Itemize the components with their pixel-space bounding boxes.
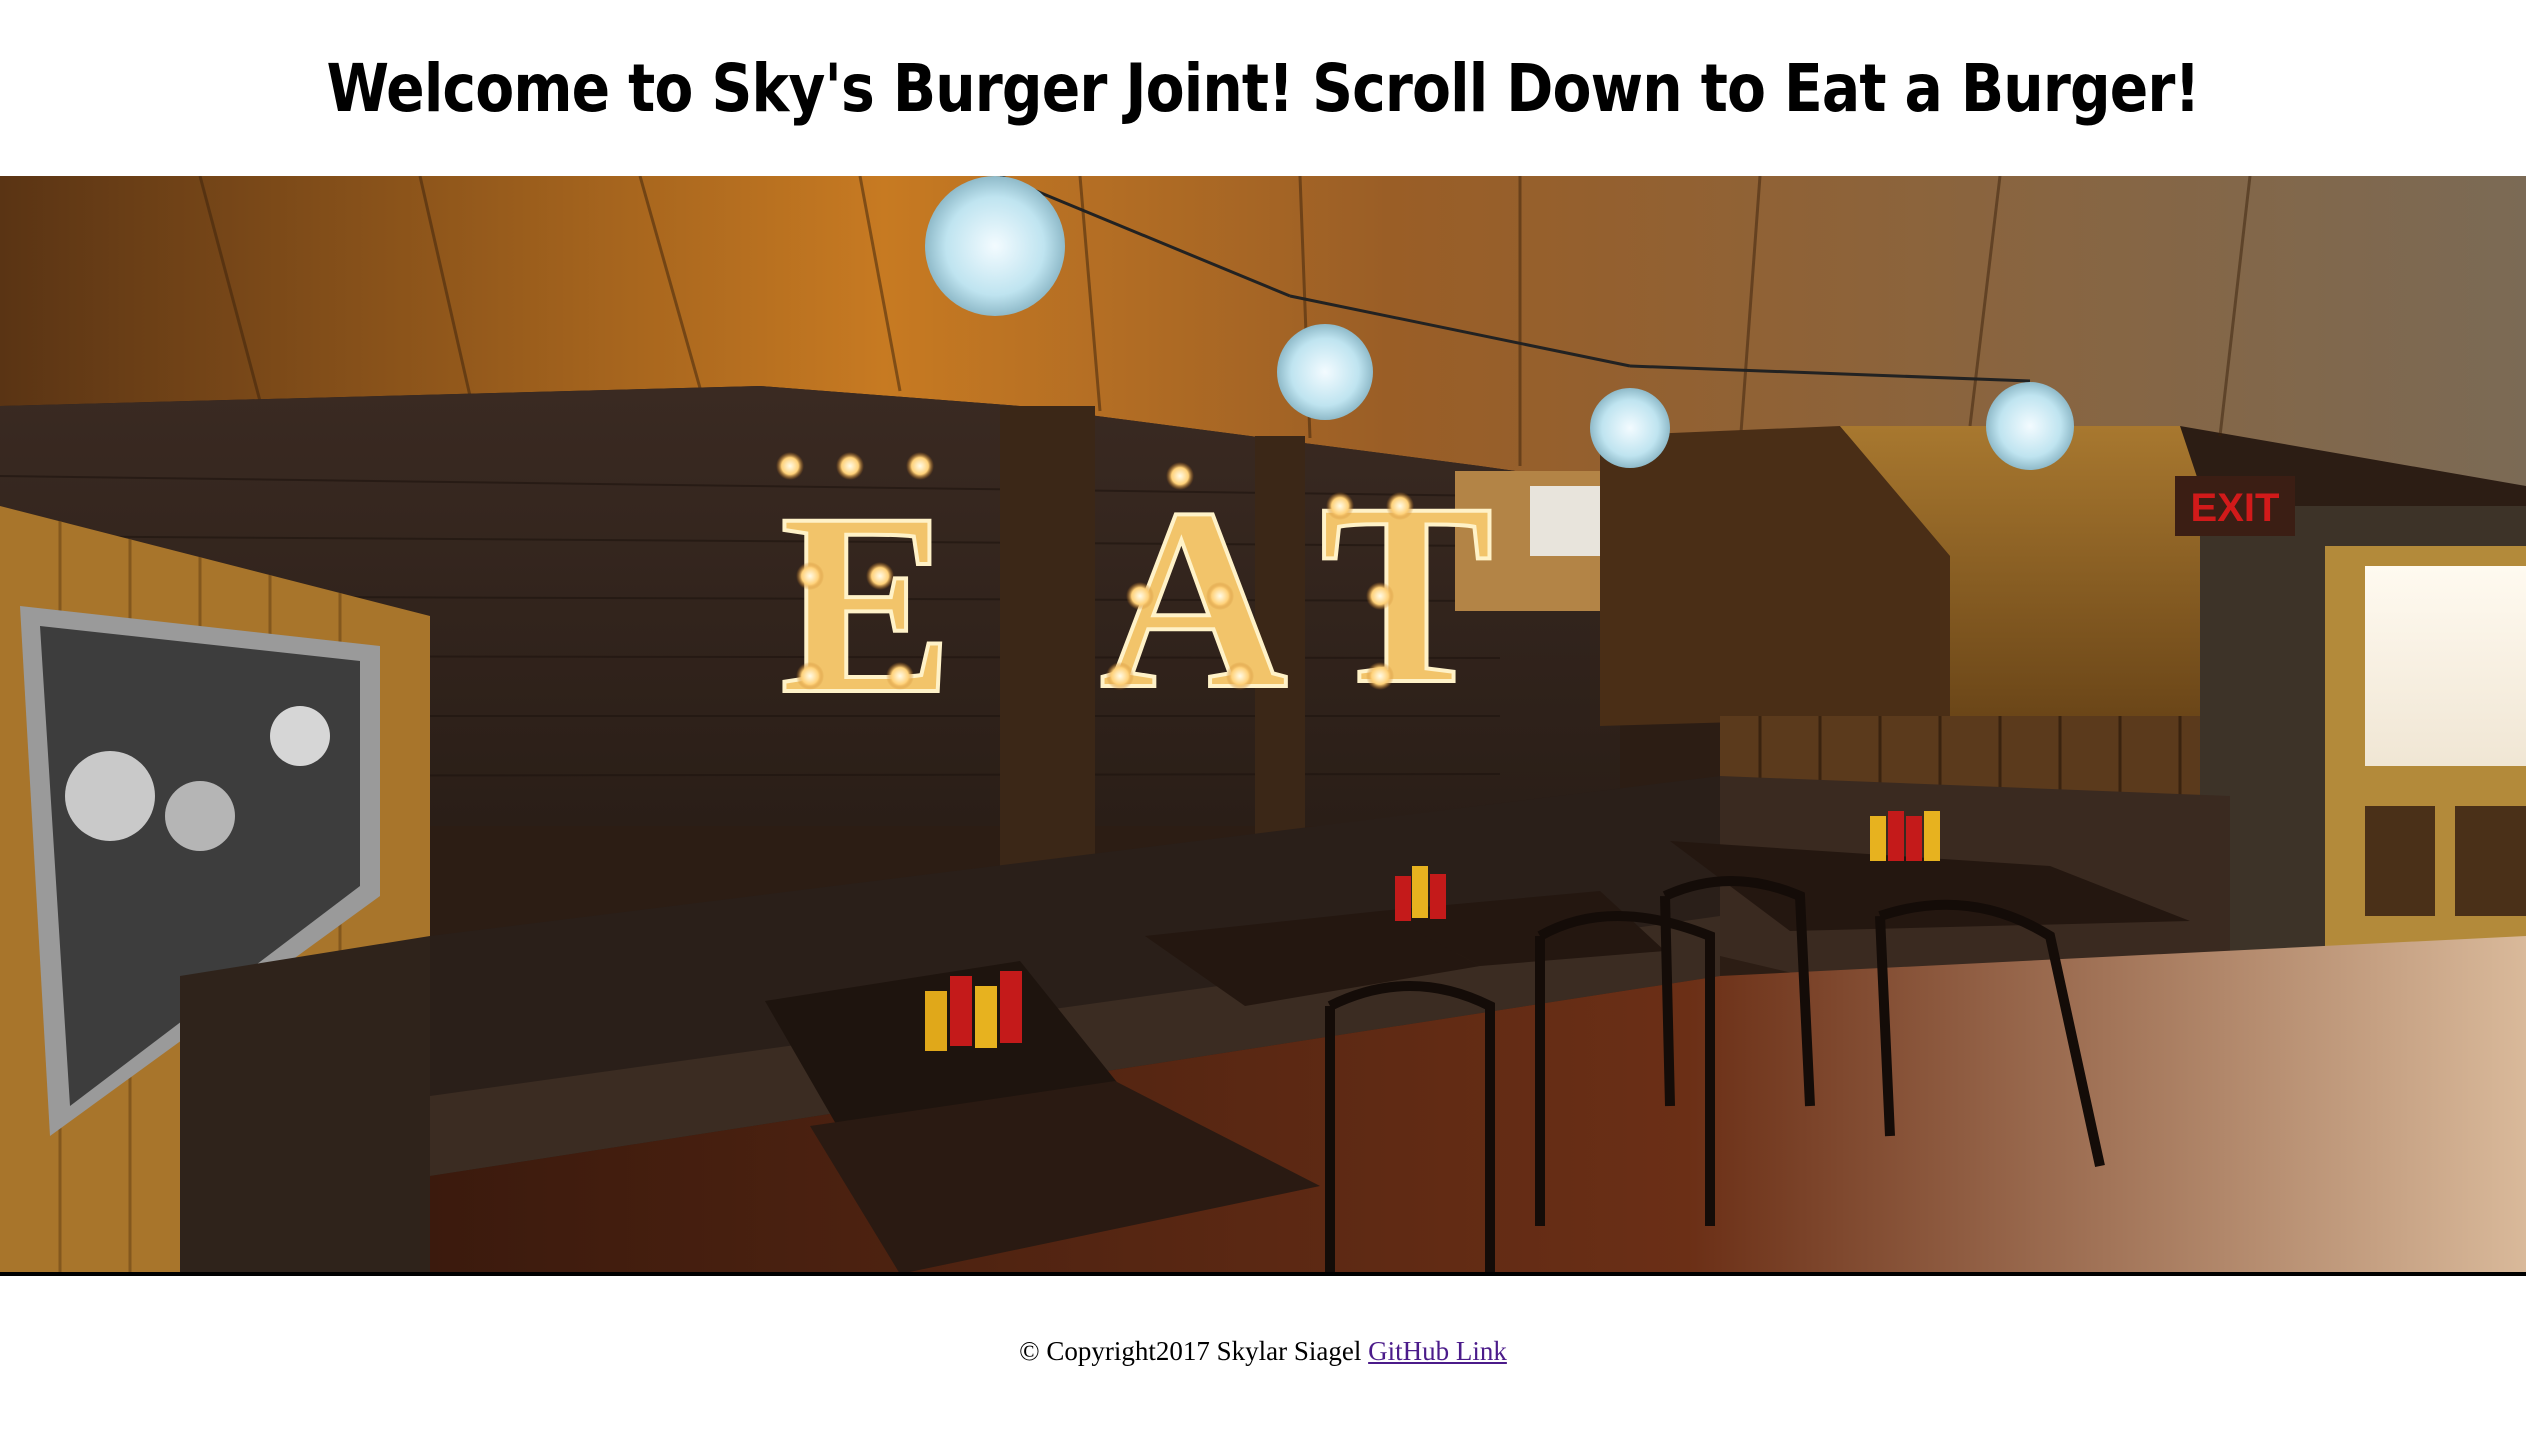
globe-light [1986,382,2074,470]
hero-bottom-rule [0,1272,2526,1276]
page: Welcome to Sky's Burger Joint! Scroll Do… [0,0,2526,1430]
sign-letter-e: E [780,460,953,748]
globe-light [925,176,1065,316]
restaurant-interior-photo: EXIT E A T [0,176,2526,1274]
header: Welcome to Sky's Burger Joint! Scroll Do… [0,0,2526,176]
globe-light [1590,388,1670,468]
hero-image: EXIT E A T [0,176,2526,1274]
globe-light [1277,324,1373,420]
sign-letter-t: T [1320,450,1493,738]
footer: © Copyright2017 Skylar Siagel GitHub Lin… [0,1336,2526,1367]
exit-sign: EXIT [2191,486,2280,530]
github-link[interactable]: GitHub Link [1368,1336,1507,1366]
page-title: Welcome to Sky's Burger Joint! Scroll Do… [326,49,2200,127]
copyright-text: © Copyright2017 Skylar Siagel [1019,1336,1362,1366]
